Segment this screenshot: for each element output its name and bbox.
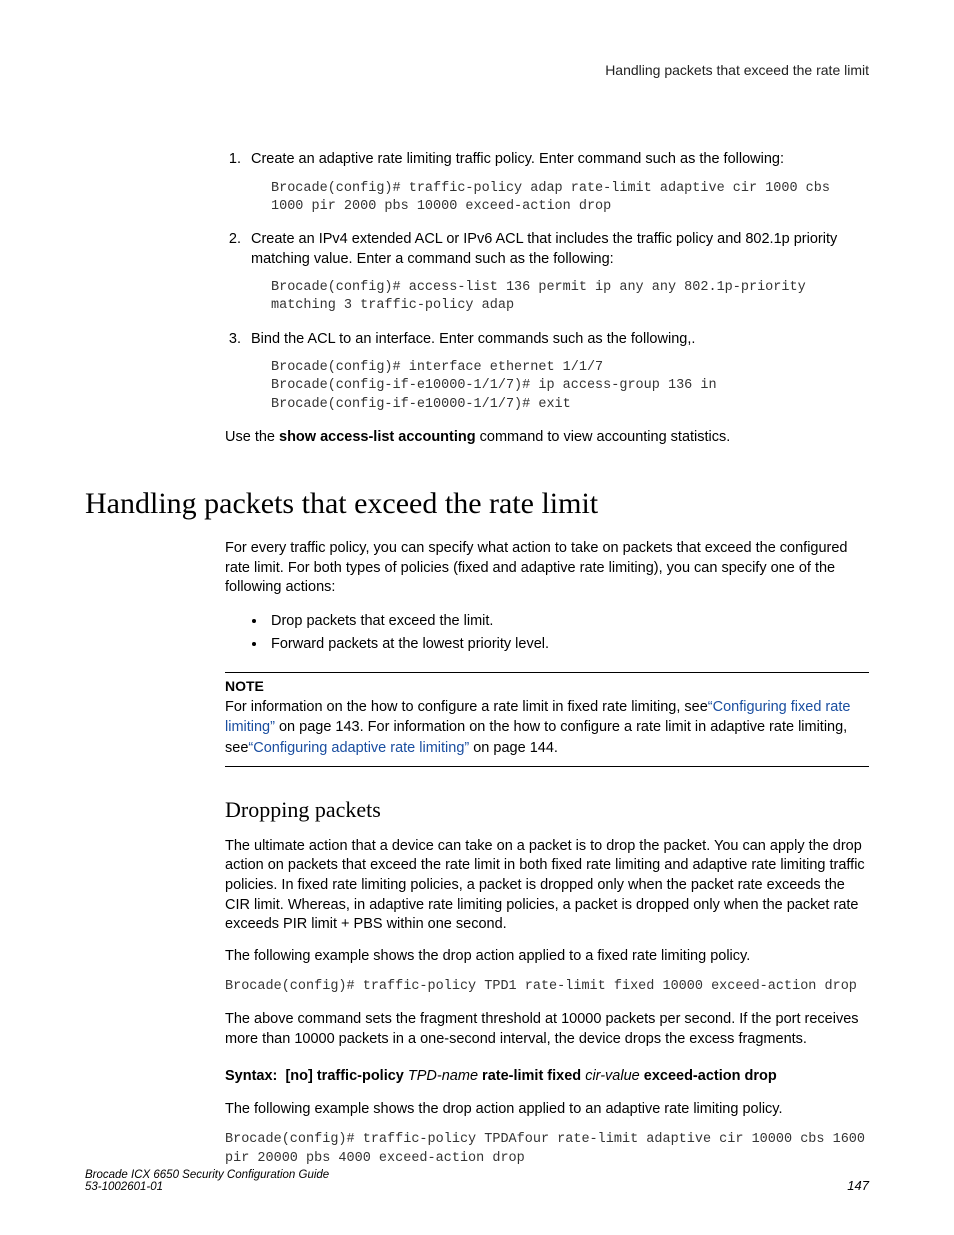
page-content: Handling packets that exceed the rate li… xyxy=(0,0,954,1168)
procedure-steps: Create an adaptive rate limiting traffic… xyxy=(225,150,869,414)
code-block: Brocade(config)# traffic-policy TPD1 rat… xyxy=(225,978,869,996)
step-1: Create an adaptive rate limiting traffic… xyxy=(245,150,869,216)
page-number: 147 xyxy=(847,1178,869,1193)
page-footer: Brocade ICX 6650 Security Configuration … xyxy=(85,1169,869,1193)
subsection-heading: Dropping packets xyxy=(225,797,869,823)
footer-left: Brocade ICX 6650 Security Configuration … xyxy=(85,1169,329,1193)
step-2: Create an IPv4 extended ACL or IPv6 ACL … xyxy=(245,230,869,316)
section-heading: Handling packets that exceed the rate li… xyxy=(85,487,869,521)
use-command-line: Use the show access-list accounting comm… xyxy=(225,428,869,448)
doc-title: Brocade ICX 6650 Security Configuration … xyxy=(85,1169,329,1181)
list-item: Drop packets that exceed the limit. xyxy=(267,610,869,633)
cross-ref-link[interactable]: “Configuring adaptive rate limiting” xyxy=(248,740,469,756)
syntax-variable: cir-value xyxy=(585,1068,644,1084)
code-block: Brocade(config)# traffic-policy TPDAfour… xyxy=(225,1131,869,1167)
intro-paragraph: For every traffic policy, you can specif… xyxy=(225,539,869,598)
paragraph: The following example shows the drop act… xyxy=(225,1100,869,1120)
syntax-label: Syntax: xyxy=(225,1068,277,1084)
syntax-line: Syntax: [no] traffic-policy TPD-name rat… xyxy=(225,1066,869,1086)
step-3: Bind the ACL to an interface. Enter comm… xyxy=(245,330,869,414)
running-header: Handling packets that exceed the rate li… xyxy=(85,62,869,78)
doc-number: 53-1002601-01 xyxy=(85,1181,163,1193)
paragraph: The ultimate action that a device can ta… xyxy=(225,837,869,935)
step-text: Bind the ACL to an interface. Enter comm… xyxy=(251,331,695,347)
syntax-variable: TPD-name xyxy=(408,1068,482,1084)
code-block: Brocade(config)# access-list 136 permit … xyxy=(271,279,869,315)
text: For information on the how to configure … xyxy=(225,699,708,715)
command-name: show access-list accounting xyxy=(279,429,476,445)
code-block: Brocade(config)# interface ethernet 1/1/… xyxy=(271,359,869,414)
text: Use the xyxy=(225,429,279,445)
syntax-keyword: [no] traffic-policy xyxy=(285,1068,403,1084)
text: on page 144. xyxy=(469,740,558,756)
paragraph: The above command sets the fragment thre… xyxy=(225,1010,869,1049)
step-text: Create an IPv4 extended ACL or IPv6 ACL … xyxy=(251,231,837,267)
note-label: NOTE xyxy=(225,677,869,697)
code-block: Brocade(config)# traffic-policy adap rat… xyxy=(271,180,869,216)
list-item: Forward packets at the lowest priority l… xyxy=(267,633,869,656)
syntax-keyword: rate-limit fixed xyxy=(482,1068,581,1084)
text: command to view accounting statistics. xyxy=(476,429,731,445)
paragraph: The following example shows the drop act… xyxy=(225,947,869,967)
step-text: Create an adaptive rate limiting traffic… xyxy=(251,151,784,167)
note-block: NOTE For information on the how to confi… xyxy=(225,672,869,766)
note-body: For information on the how to configure … xyxy=(225,697,869,758)
syntax-keyword: exceed-action drop xyxy=(644,1068,777,1084)
action-list: Drop packets that exceed the limit. Forw… xyxy=(245,610,869,656)
